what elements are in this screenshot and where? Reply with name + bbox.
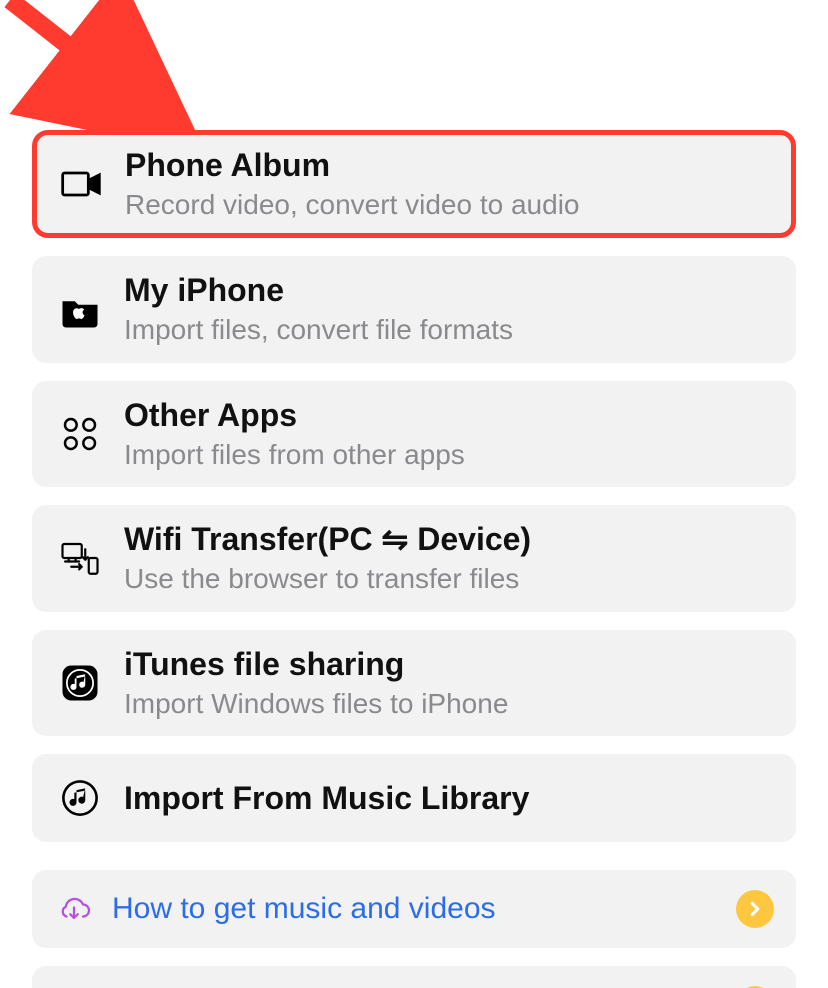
option-title: iTunes file sharing (124, 644, 774, 684)
option-text: Phone Album Record video, convert video … (125, 145, 773, 223)
itunes-icon (54, 657, 106, 709)
option-text: Other Apps Import files from other apps (124, 395, 774, 473)
help-text: How to get music and videos (112, 889, 724, 928)
apps-grid-icon (54, 408, 106, 460)
option-other-apps[interactable]: Other Apps Import files from other apps (32, 381, 796, 487)
chevron-right-icon (736, 890, 774, 928)
option-subtitle: Record video, convert video to audio (125, 187, 773, 223)
cloud-download-icon (54, 889, 94, 929)
help-how-to-get-music[interactable]: How to get music and videos (32, 870, 796, 948)
options-list: Phone Album Record video, convert video … (32, 130, 796, 988)
option-itunes-file-sharing[interactable]: iTunes file sharing Import Windows files… (32, 630, 796, 736)
option-title: Phone Album (125, 145, 773, 185)
option-text: Import From Music Library (124, 778, 774, 818)
option-text: iTunes file sharing Import Windows files… (124, 644, 774, 722)
wifi-transfer-icon (54, 532, 106, 584)
option-my-iphone[interactable]: My iPhone Import files, convert file for… (32, 256, 796, 362)
option-title: Import From Music Library (124, 778, 774, 818)
option-phone-album[interactable]: Phone Album Record video, convert video … (32, 130, 796, 238)
option-import-music-library[interactable]: Import From Music Library (32, 754, 796, 842)
help-batch-import[interactable]: Batch import from other Apps (32, 966, 796, 988)
option-text: Wifi Transfer(PC ⇋ Device) Use the brows… (124, 519, 774, 597)
option-subtitle: Use the browser to transfer files (124, 561, 774, 597)
option-title: Other Apps (124, 395, 774, 435)
camera-icon (55, 158, 107, 210)
option-title: My iPhone (124, 270, 774, 310)
help-title: How to get music and videos (112, 889, 724, 928)
music-library-icon (54, 772, 106, 824)
option-title: Wifi Transfer(PC ⇋ Device) (124, 519, 774, 559)
option-subtitle: Import files, convert file formats (124, 312, 774, 348)
option-subtitle: Import Windows files to iPhone (124, 686, 774, 722)
import-options-screen: Phone Album Record video, convert video … (0, 0, 828, 988)
folder-apple-icon (54, 284, 106, 336)
option-text: My iPhone Import files, convert file for… (124, 270, 774, 348)
option-wifi-transfer[interactable]: Wifi Transfer(PC ⇋ Device) Use the brows… (32, 505, 796, 611)
option-subtitle: Import files from other apps (124, 437, 774, 473)
